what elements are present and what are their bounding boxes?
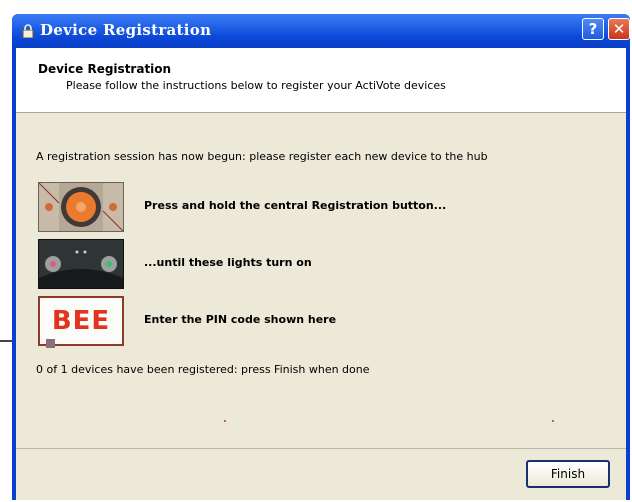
header-title: Device Registration [38,62,172,76]
help-button[interactable]: ? [582,18,604,40]
pin-code: BEE [51,306,111,336]
padlock-icon [22,24,34,38]
selection-marker [46,339,55,348]
wizard-header: Device Registration Please follow the in… [16,48,626,113]
finish-button[interactable]: Finish [526,460,610,488]
speck [552,420,554,422]
button-separator [16,448,626,449]
step-2-text: ...until these lights turn on [144,256,312,269]
title-bar[interactable]: Device Registration ? ✕ [12,14,630,48]
dialog-window: Device Registration ? ✕ Device Registrat… [12,14,630,500]
close-button[interactable]: ✕ [608,18,630,40]
hub-button-image [38,182,124,232]
window-title: Device Registration [40,21,212,39]
dialog-body: Device Registration Please follow the in… [16,48,626,500]
hub-lights-image [38,239,124,289]
registration-status: 0 of 1 devices have been registered: pre… [36,363,370,376]
speck [224,420,226,422]
session-message: A registration session has now begun: pl… [36,150,488,163]
step-1-text: Press and hold the central Registration … [144,199,447,212]
header-subtitle: Please follow the instructions below to … [66,79,446,92]
step-3-text: Enter the PIN code shown here [144,313,337,326]
